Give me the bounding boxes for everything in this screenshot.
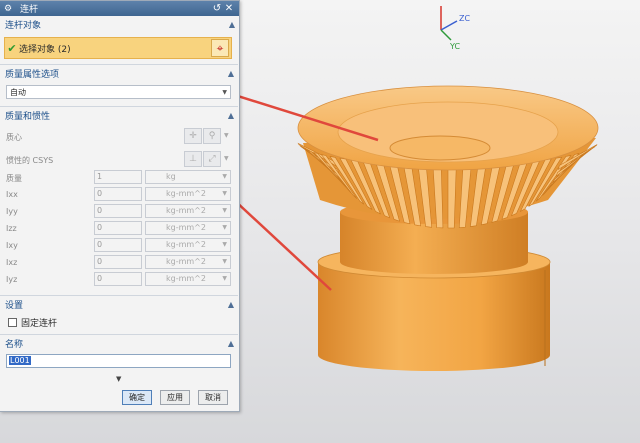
inertia-unit-select[interactable]: kg-mm^2 ▼ [145, 238, 231, 252]
triad-x-axis [440, 20, 458, 31]
fix-link-label: 固定连杆 [21, 319, 58, 329]
inertia-unit-select[interactable]: kg-mm^2 ▼ [145, 221, 231, 235]
section-mass-options[interactable]: 质量属性选项 ▲ [0, 64, 238, 81]
name-input-value: L001 [9, 356, 31, 365]
chevron-down-icon: ▼ [222, 190, 227, 197]
inertia-input[interactable]: 0 [94, 204, 142, 218]
csys-label: 惯性的 CSYS [6, 156, 54, 165]
inertia-label: Iyy [6, 207, 18, 216]
inertia-input[interactable]: 0 [94, 187, 142, 201]
inertia-label: Iyz [6, 275, 18, 284]
dialog-titlebar[interactable]: ⚙ 连杆 ↺ ✕ [0, 1, 239, 16]
apply-button[interactable]: 应用 [160, 390, 190, 405]
section-settings-label: 设置 [5, 300, 24, 311]
chevron-down-icon: ▼ [222, 241, 227, 248]
inertia-label: Ixy [6, 241, 18, 250]
section-mass-inertia[interactable]: 质量和惯性 ▲ [0, 106, 238, 123]
inertia-input[interactable]: 0 [94, 272, 142, 286]
section-name-label: 名称 [5, 339, 24, 350]
mass-label: 质量 [6, 174, 22, 183]
section-link-object[interactable]: 连杆对象 ▲ [0, 16, 239, 33]
name-input[interactable]: L001 [6, 354, 231, 368]
gear-icon[interactable]: ⚙ [4, 4, 14, 14]
section-settings[interactable]: 设置 ▲ [0, 295, 238, 312]
dialog-title: 连杆 [20, 5, 39, 15]
link-dialog: ⚙ 连杆 ↺ ✕ 连杆对象 ▲ ✔ 选择对象 (2) ⌖ 质量属性选项 ▲ 自动… [0, 0, 240, 412]
inertia-unit-value: kg-mm^2 [166, 223, 206, 232]
inertia-unit-select[interactable]: kg-mm^2 ▼ [145, 272, 231, 286]
section-name[interactable]: 名称 ▲ [0, 334, 238, 351]
reset-icon[interactable]: ↺ [211, 3, 223, 14]
section-link-object-label: 连杆对象 [5, 21, 42, 31]
chevron-down-icon: ▼ [222, 207, 227, 214]
fix-link-checkbox-row[interactable]: 固定连杆 [8, 316, 57, 329]
fix-link-checkbox[interactable] [8, 318, 17, 327]
point-dialog-icon[interactable]: ✛ [184, 128, 202, 144]
triad-yc-label: YC [449, 42, 460, 51]
chevron-down-icon: ▼ [222, 173, 227, 180]
collapse-caret-icon[interactable]: ▲ [228, 111, 234, 120]
select-object-row[interactable]: ✔ 选择对象 (2) ⌖ [4, 37, 232, 59]
chevron-down-icon[interactable]: ▼ [224, 155, 229, 162]
inertia-unit-value: kg-mm^2 [166, 206, 206, 215]
close-icon[interactable]: ✕ [223, 3, 235, 14]
triad-y-axis [440, 29, 452, 41]
mass-unit-select[interactable]: kg ▼ [145, 170, 231, 184]
csys-picker-icon[interactable]: ⤢ [203, 151, 221, 167]
inertia-label: Ixx [6, 190, 18, 199]
cancel-button[interactable]: 取消 [198, 390, 228, 405]
inertia-input[interactable]: 0 [94, 221, 142, 235]
collapse-caret-icon[interactable]: ▲ [229, 20, 235, 29]
inertia-unit-value: kg-mm^2 [166, 257, 206, 266]
collapse-caret-icon[interactable]: ▲ [228, 339, 234, 348]
inertia-input[interactable]: 0 [94, 255, 142, 269]
inertia-label: Ixz [6, 258, 18, 267]
inertia-input[interactable]: 0 [94, 238, 142, 252]
select-object-label: 选择对象 (2) [19, 44, 71, 55]
point-picker-icon[interactable]: ⚲ [203, 128, 221, 144]
inertia-unit-value: kg-mm^2 [166, 240, 206, 249]
collapse-caret-icon[interactable]: ▲ [228, 69, 234, 78]
inertia-unit-value: kg-mm^2 [166, 274, 206, 283]
chevron-down-icon[interactable]: ▼ [224, 132, 229, 139]
chevron-down-icon: ▼ [222, 88, 227, 96]
inertia-unit-select[interactable]: kg-mm^2 ▼ [145, 204, 231, 218]
center-of-mass-label: 质心 [6, 133, 22, 142]
triad-zc-label: ZC [459, 14, 470, 23]
ok-button[interactable]: 确定 [122, 390, 152, 405]
inertia-label: Izz [6, 224, 17, 233]
inertia-unit-select[interactable]: kg-mm^2 ▼ [145, 255, 231, 269]
section-mass-options-label: 质量属性选项 [5, 69, 60, 80]
more-options-icon[interactable]: ▼ [116, 375, 121, 383]
inertia-unit-select[interactable]: kg-mm^2 ▼ [145, 187, 231, 201]
collapse-caret-icon[interactable]: ▲ [228, 300, 234, 309]
mass-input[interactable]: 1 [94, 170, 142, 184]
checkmark-icon: ✔ [7, 41, 17, 55]
crosshair-icon[interactable]: ⌖ [211, 39, 229, 57]
inertia-unit-value: kg-mm^2 [166, 189, 206, 198]
coordinate-triad: ZC YC [440, 6, 470, 51]
csys-dialog-icon[interactable]: ⊥ [184, 151, 202, 167]
mass-options-select[interactable]: 自动 ▼ [6, 85, 231, 99]
section-mass-inertia-label: 质量和惯性 [5, 111, 51, 122]
mass-options-value: 自动 [10, 87, 26, 97]
chevron-down-icon: ▼ [222, 258, 227, 265]
chevron-down-icon: ▼ [222, 224, 227, 231]
mass-unit-value: kg [166, 172, 176, 181]
chevron-down-icon: ▼ [222, 275, 227, 282]
